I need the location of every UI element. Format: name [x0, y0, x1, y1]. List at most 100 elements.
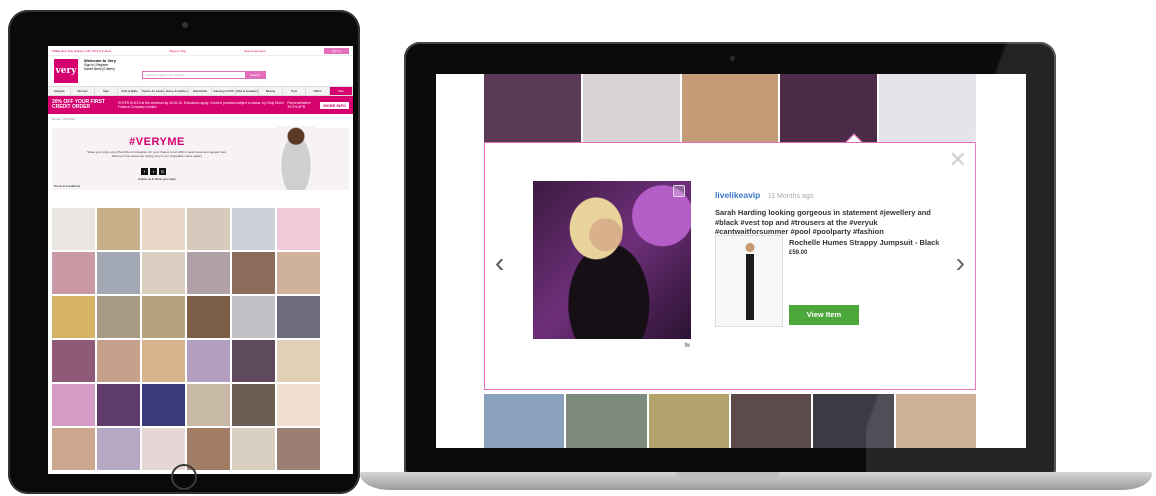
nav-item[interactable]: Sports & Leisure: [142, 87, 166, 95]
more-info-button[interactable]: MORE INFO: [320, 101, 349, 109]
instagram-icon[interactable]: ◎: [159, 168, 166, 175]
gallery-thumbnail[interactable]: [277, 208, 320, 250]
nav-item[interactable]: Beauty: [259, 87, 283, 95]
ways-to-pay-link[interactable]: Ways to Pay: [169, 49, 186, 53]
gallery-thumbnail[interactable]: [484, 394, 565, 448]
nav-item[interactable]: Offers: [306, 87, 330, 95]
product-thumbnail[interactable]: [715, 235, 783, 327]
gallery-thumbnail[interactable]: [97, 296, 140, 338]
sign-in-button[interactable]: Sign In: [323, 47, 349, 54]
post-time: 11 Months ago: [767, 193, 814, 200]
gallery-thumbnail[interactable]: [582, 74, 680, 142]
tablet-main-nav: Lifestyle Women Men Kids & Baby Sports & Lei…: [48, 86, 353, 96]
nav-item[interactable]: Gifts & Jewellery: [236, 87, 260, 95]
gallery-thumbnail[interactable]: [97, 384, 140, 426]
gallery-thumbnail[interactable]: [142, 208, 185, 250]
hero-text: Share your style using #VeryMe on Instag…: [87, 150, 227, 158]
gallery-thumbnail[interactable]: [681, 74, 779, 142]
tablet-camera: [182, 22, 188, 28]
instagram-icon: [673, 185, 685, 197]
gallery-thumbnail[interactable]: [142, 252, 185, 294]
very-logo[interactable]: very: [54, 59, 78, 83]
gallery-thumbnail[interactable]: [52, 340, 95, 382]
gallery-thumbnail[interactable]: [97, 208, 140, 250]
gallery-thumbnail[interactable]: [97, 428, 140, 470]
breadcrumb[interactable]: Home > #VeryMe: [48, 114, 353, 124]
gallery-thumbnail[interactable]: [813, 394, 894, 448]
social-icons: f t ◎: [141, 168, 166, 175]
product-modal: ✕ ‹ › ⚑ livelikeavip 11 Months ago Sarah…: [484, 142, 976, 390]
terms-link[interactable]: Terms & Conditions: [54, 184, 80, 188]
gallery-thumbnail[interactable]: [566, 394, 647, 448]
next-arrow-icon[interactable]: ›: [956, 249, 965, 277]
product-name[interactable]: Rochelle Humes Strappy Jumpsuit - Black: [789, 238, 939, 247]
gallery-thumbnail[interactable]: [52, 296, 95, 338]
device-mockup-stage: FREE Next Day Delivery with Click & Coll…: [0, 0, 1156, 496]
nav-item[interactable]: Women: [71, 87, 95, 95]
gallery-thumbnail[interactable]: [187, 296, 230, 338]
search-input[interactable]: Search or enter item number Search: [142, 71, 266, 79]
gallery-thumbnail[interactable]: [648, 394, 729, 448]
gallery-thumbnail[interactable]: [277, 296, 320, 338]
gallery-thumbnail[interactable]: [879, 74, 976, 142]
post-caption: Sarah Harding looking gorgeous in statem…: [715, 208, 931, 236]
new-customers-link[interactable]: New Customers: [244, 49, 265, 53]
gallery-thumbnail[interactable]: [232, 296, 275, 338]
gallery-thumbnail[interactable]: [187, 340, 230, 382]
tablet-home-button[interactable]: [171, 464, 197, 490]
gallery-thumbnail[interactable]: [97, 252, 140, 294]
search-button[interactable]: Search: [245, 72, 265, 78]
close-icon[interactable]: ✕: [949, 149, 967, 171]
nav-item[interactable]: Sale: [329, 87, 353, 95]
flag-icon[interactable]: ⚑: [683, 341, 691, 352]
post-info: livelikeavip 11 Months ago Sarah Harding…: [715, 185, 935, 237]
laptop-device: ✕ ‹ › ⚑ livelikeavip 11 Months ago Sarah…: [404, 42, 1056, 474]
gallery-thumbnail[interactable]: [277, 384, 320, 426]
facebook-icon[interactable]: f: [141, 168, 148, 175]
laptop-camera: [730, 56, 735, 61]
gallery-thumbnail[interactable]: [97, 340, 140, 382]
nav-item[interactable]: Men: [95, 87, 119, 95]
gallery-thumbnail[interactable]: [142, 384, 185, 426]
gallery-thumbnail[interactable]: [277, 252, 320, 294]
nav-item[interactable]: Lifestyle: [48, 87, 72, 95]
gallery-thumbnail[interactable]: [187, 428, 230, 470]
gallery-thumbnail[interactable]: [187, 384, 230, 426]
twitter-icon[interactable]: t: [150, 168, 157, 175]
search-placeholder: Search or enter item number: [146, 73, 185, 77]
saved-items-link[interactable]: Saved items (0 items): [84, 67, 115, 71]
view-item-button[interactable]: View Item: [789, 305, 859, 325]
gallery-thumbnail[interactable]: [52, 384, 95, 426]
gallery-thumbnail[interactable]: [142, 296, 185, 338]
gallery-thumbnail[interactable]: [187, 208, 230, 250]
nav-item[interactable]: Toys: [283, 87, 307, 95]
instagram-photo: [533, 181, 691, 339]
gallery-thumbnail[interactable]: [895, 394, 976, 448]
hero-title: #VERYME: [129, 136, 185, 148]
gallery-thumbnail[interactable]: [232, 252, 275, 294]
nav-item[interactable]: Gaming & DVD: [212, 87, 236, 95]
username-link[interactable]: livelikeavip: [715, 190, 760, 200]
nav-item[interactable]: Home & Garden: [165, 87, 189, 95]
gallery-thumbnail[interactable]: [232, 384, 275, 426]
gallery-thumbnail[interactable]: [232, 208, 275, 250]
gallery-thumbnail[interactable]: [730, 394, 812, 448]
gallery-thumbnail[interactable]: [277, 340, 320, 382]
gallery-thumbnail[interactable]: [780, 74, 878, 142]
gallery-thumbnail[interactable]: [142, 340, 185, 382]
nav-item[interactable]: Kids & Baby: [118, 87, 142, 95]
prev-arrow-icon[interactable]: ‹: [495, 249, 504, 277]
free-delivery-link[interactable]: FREE Next Day Delivery with Click & Coll…: [52, 49, 111, 53]
gallery-thumbnail[interactable]: [232, 428, 275, 470]
gallery-thumbnail[interactable]: [52, 208, 95, 250]
gallery-thumbnail[interactable]: [52, 428, 95, 470]
hero-follow-text: Follow us & Show your style: [138, 177, 176, 181]
gallery-thumbnail[interactable]: [232, 340, 275, 382]
gallery-thumbnail[interactable]: [277, 428, 320, 470]
gallery-thumbnail[interactable]: [187, 252, 230, 294]
promo-banner[interactable]: 20% OFF YOUR FIRST CREDIT ORDER ENTER KU…: [48, 96, 353, 114]
gallery-thumbnail[interactable]: [484, 74, 581, 142]
gallery-thumbnail[interactable]: [52, 252, 95, 294]
nav-item[interactable]: Electricals: [189, 87, 213, 95]
gallery-thumbnail[interactable]: [142, 428, 185, 470]
